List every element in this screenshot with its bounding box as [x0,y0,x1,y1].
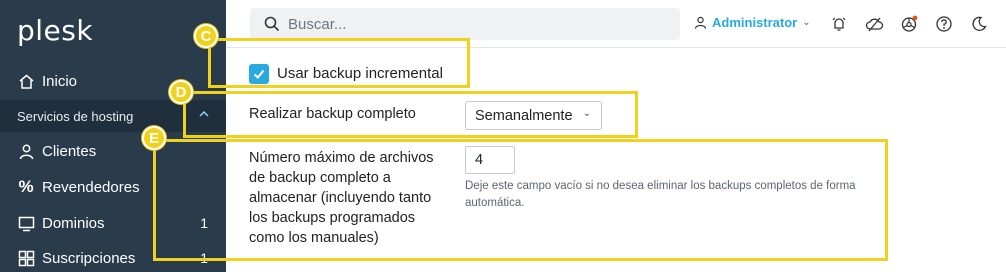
cloud-icon[interactable] [864,14,884,34]
user-icon [17,142,35,160]
sidebar-item-label: Inicio [42,72,78,90]
chevron-down-icon: ⌄ [802,17,811,28]
sidebar-section-label: Servicios de hosting [17,108,134,124]
annotation-badge-c: C [194,24,218,48]
percent-icon: % [18,177,34,196]
annotation-box-c [208,38,470,88]
annotation-badge-e: E [142,126,166,150]
plesk-logo[interactable]: plesk [17,14,93,47]
monitor-icon [17,214,35,232]
help-icon[interactable] [934,14,954,34]
search-icon [264,16,280,32]
user-name: Administrator [712,15,798,30]
home-icon [17,72,35,90]
extensions-icon[interactable] [899,14,919,34]
annotation-box-e [153,139,888,261]
user-icon [694,16,707,29]
notifications-icon[interactable] [829,14,849,34]
plesk-app: plesk Inicio Servicios de hosting Client… [0,0,1006,272]
sidebar-item-label: Clientes [42,142,97,160]
search-input[interactable] [288,15,648,33]
sidebar-item-label: Dominios [42,214,105,232]
sidebar-item-label: Suscripciones [42,249,136,267]
search-bar[interactable] [250,8,680,40]
sidebar-item-label: Revendedores [42,178,140,196]
annotation-badge-d: D [169,80,193,104]
annotation-box-d [183,91,638,138]
grid-icon [17,249,35,267]
moon-icon[interactable] [969,14,989,34]
user-menu[interactable]: Administrator ⌄ [694,15,811,30]
